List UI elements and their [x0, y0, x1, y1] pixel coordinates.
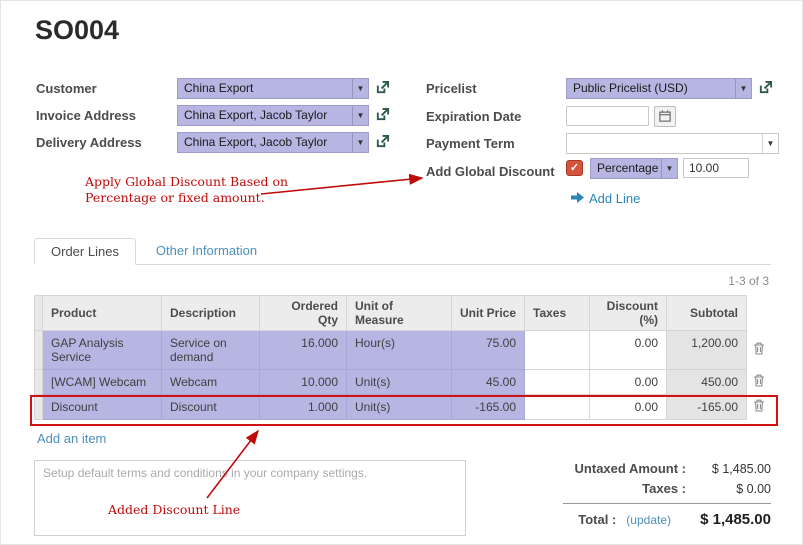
terms-conditions-textarea[interactable]	[34, 460, 466, 536]
chevron-down-icon: ▼	[352, 106, 368, 125]
totals-panel: Untaxed Amount : $ 1,485.00 Taxes : $ 0.…	[541, 461, 771, 533]
delivery-address-select[interactable]: China Export, Jacob Taylor ▼	[177, 132, 369, 153]
open-delivery-address-icon[interactable]	[375, 134, 391, 150]
add-line-label: Add Line	[589, 191, 640, 206]
annotation-added-discount-line: Added Discount Line	[108, 502, 240, 518]
invoice-address-select[interactable]: China Export, Jacob Taylor ▼	[177, 105, 369, 126]
cell-description[interactable]: Service on demand	[162, 331, 260, 370]
delete-row-button[interactable]	[747, 370, 772, 395]
add-line-button[interactable]: Add Line	[571, 191, 640, 206]
page-title: SO004	[35, 15, 119, 46]
pager: 1-3 of 3	[728, 274, 769, 288]
tab-other-information[interactable]: Other Information	[136, 238, 277, 264]
order-lines-table: Product Description Ordered Qty Unit of …	[34, 295, 772, 420]
open-invoice-address-icon[interactable]	[375, 107, 391, 123]
cell-qty[interactable]: 10.000	[260, 370, 347, 395]
col-description[interactable]: Description	[162, 296, 260, 331]
customer-value: China Export	[184, 81, 253, 95]
col-taxes[interactable]: Taxes	[525, 296, 590, 331]
cell-subtotal[interactable]: 1,200.00	[667, 331, 747, 370]
annotation-global-discount: Apply Global Discount Based on Percentag…	[85, 174, 290, 206]
chevron-down-icon: ▼	[735, 79, 751, 98]
table-row[interactable]: [WCAM] Webcam Webcam 10.000 Unit(s) 45.0…	[35, 370, 772, 395]
delete-column-header	[747, 296, 772, 331]
cell-subtotal[interactable]: 450.00	[667, 370, 747, 395]
calendar-icon[interactable]	[654, 106, 676, 127]
pricelist-value: Public Pricelist (USD)	[573, 81, 688, 95]
row-handle[interactable]	[35, 395, 43, 420]
cell-product[interactable]: GAP Analysis Service	[43, 331, 162, 370]
cell-qty[interactable]: 1.000	[260, 395, 347, 420]
tab-order-lines[interactable]: Order Lines	[34, 238, 136, 265]
discount-type-select[interactable]: Percentage ▼	[590, 158, 678, 179]
cell-taxes[interactable]	[525, 395, 590, 420]
update-total-link[interactable]: (update)	[626, 513, 671, 527]
cell-uom[interactable]: Hour(s)	[347, 331, 452, 370]
notebook-tabs: Order Lines Other Information	[34, 238, 771, 265]
arrow-right-icon	[571, 191, 584, 206]
chevron-down-icon: ▼	[661, 159, 677, 178]
taxes-label: Taxes :	[642, 481, 686, 496]
invoice-address-label: Invoice Address	[36, 108, 136, 123]
table-row[interactable]: GAP Analysis Service Service on demand 1…	[35, 331, 772, 370]
delivery-address-value: China Export, Jacob Taylor	[184, 135, 327, 149]
global-discount-label: Add Global Discount	[426, 164, 555, 179]
cell-description[interactable]: Discount	[162, 395, 260, 420]
cell-subtotal[interactable]: -165.00	[667, 395, 747, 420]
expiration-date-input[interactable]	[566, 106, 649, 126]
total-value: $ 1,485.00	[671, 511, 771, 528]
cell-qty[interactable]: 16.000	[260, 331, 347, 370]
cell-uom[interactable]: Unit(s)	[347, 370, 452, 395]
cell-taxes[interactable]	[525, 370, 590, 395]
pricelist-select[interactable]: Public Pricelist (USD) ▼	[566, 78, 752, 99]
cell-price[interactable]: 45.00	[452, 370, 525, 395]
cell-discount[interactable]: 0.00	[590, 331, 667, 370]
delete-row-button[interactable]	[747, 331, 772, 370]
payment-term-select[interactable]: ▼	[566, 133, 779, 154]
delete-row-button[interactable]	[747, 395, 772, 420]
row-handle[interactable]	[35, 331, 43, 370]
pricelist-label: Pricelist	[426, 81, 477, 96]
customer-select[interactable]: China Export ▼	[177, 78, 369, 99]
cell-price[interactable]: -165.00	[452, 395, 525, 420]
untaxed-amount-value: $ 1,485.00	[686, 462, 771, 476]
discount-type-value: Percentage	[597, 161, 658, 175]
chevron-down-icon: ▼	[762, 134, 778, 153]
col-discount[interactable]: Discount (%)	[590, 296, 667, 331]
open-pricelist-record-icon[interactable]	[758, 80, 774, 96]
row-handle[interactable]	[35, 370, 43, 395]
col-unit-of-measure[interactable]: Unit of Measure	[347, 296, 452, 331]
col-unit-price[interactable]: Unit Price	[452, 296, 525, 331]
global-discount-checkbox[interactable]	[566, 160, 583, 176]
untaxed-amount-label: Untaxed Amount :	[575, 461, 686, 476]
open-customer-record-icon[interactable]	[375, 80, 391, 96]
handle-column-header	[35, 296, 43, 331]
col-product[interactable]: Product	[43, 296, 162, 331]
invoice-address-value: China Export, Jacob Taylor	[184, 108, 327, 122]
table-header-row: Product Description Ordered Qty Unit of …	[35, 296, 772, 331]
total-label: Total :	[578, 512, 616, 527]
cell-description[interactable]: Webcam	[162, 370, 260, 395]
customer-label: Customer	[36, 81, 97, 96]
add-an-item-link[interactable]: Add an item	[37, 431, 106, 446]
sale-order-form: SO004 Customer Invoice Address Delivery …	[0, 0, 803, 545]
table-row-discount[interactable]: Discount Discount 1.000 Unit(s) -165.00 …	[35, 395, 772, 420]
payment-term-label: Payment Term	[426, 136, 515, 151]
totals-separator	[563, 503, 771, 504]
cell-taxes[interactable]	[525, 331, 590, 370]
col-subtotal[interactable]: Subtotal	[667, 296, 747, 331]
taxes-value: $ 0.00	[686, 482, 771, 496]
col-ordered-qty[interactable]: Ordered Qty	[260, 296, 347, 331]
cell-discount[interactable]: 0.00	[590, 395, 667, 420]
chevron-down-icon: ▼	[352, 133, 368, 152]
delivery-address-label: Delivery Address	[36, 135, 142, 150]
cell-product[interactable]: [WCAM] Webcam	[43, 370, 162, 395]
expiration-date-label: Expiration Date	[426, 109, 521, 124]
chevron-down-icon: ▼	[352, 79, 368, 98]
discount-amount-input[interactable]	[683, 158, 749, 178]
cell-discount[interactable]: 0.00	[590, 370, 667, 395]
cell-product[interactable]: Discount	[43, 395, 162, 420]
cell-uom[interactable]: Unit(s)	[347, 395, 452, 420]
cell-price[interactable]: 75.00	[452, 331, 525, 370]
